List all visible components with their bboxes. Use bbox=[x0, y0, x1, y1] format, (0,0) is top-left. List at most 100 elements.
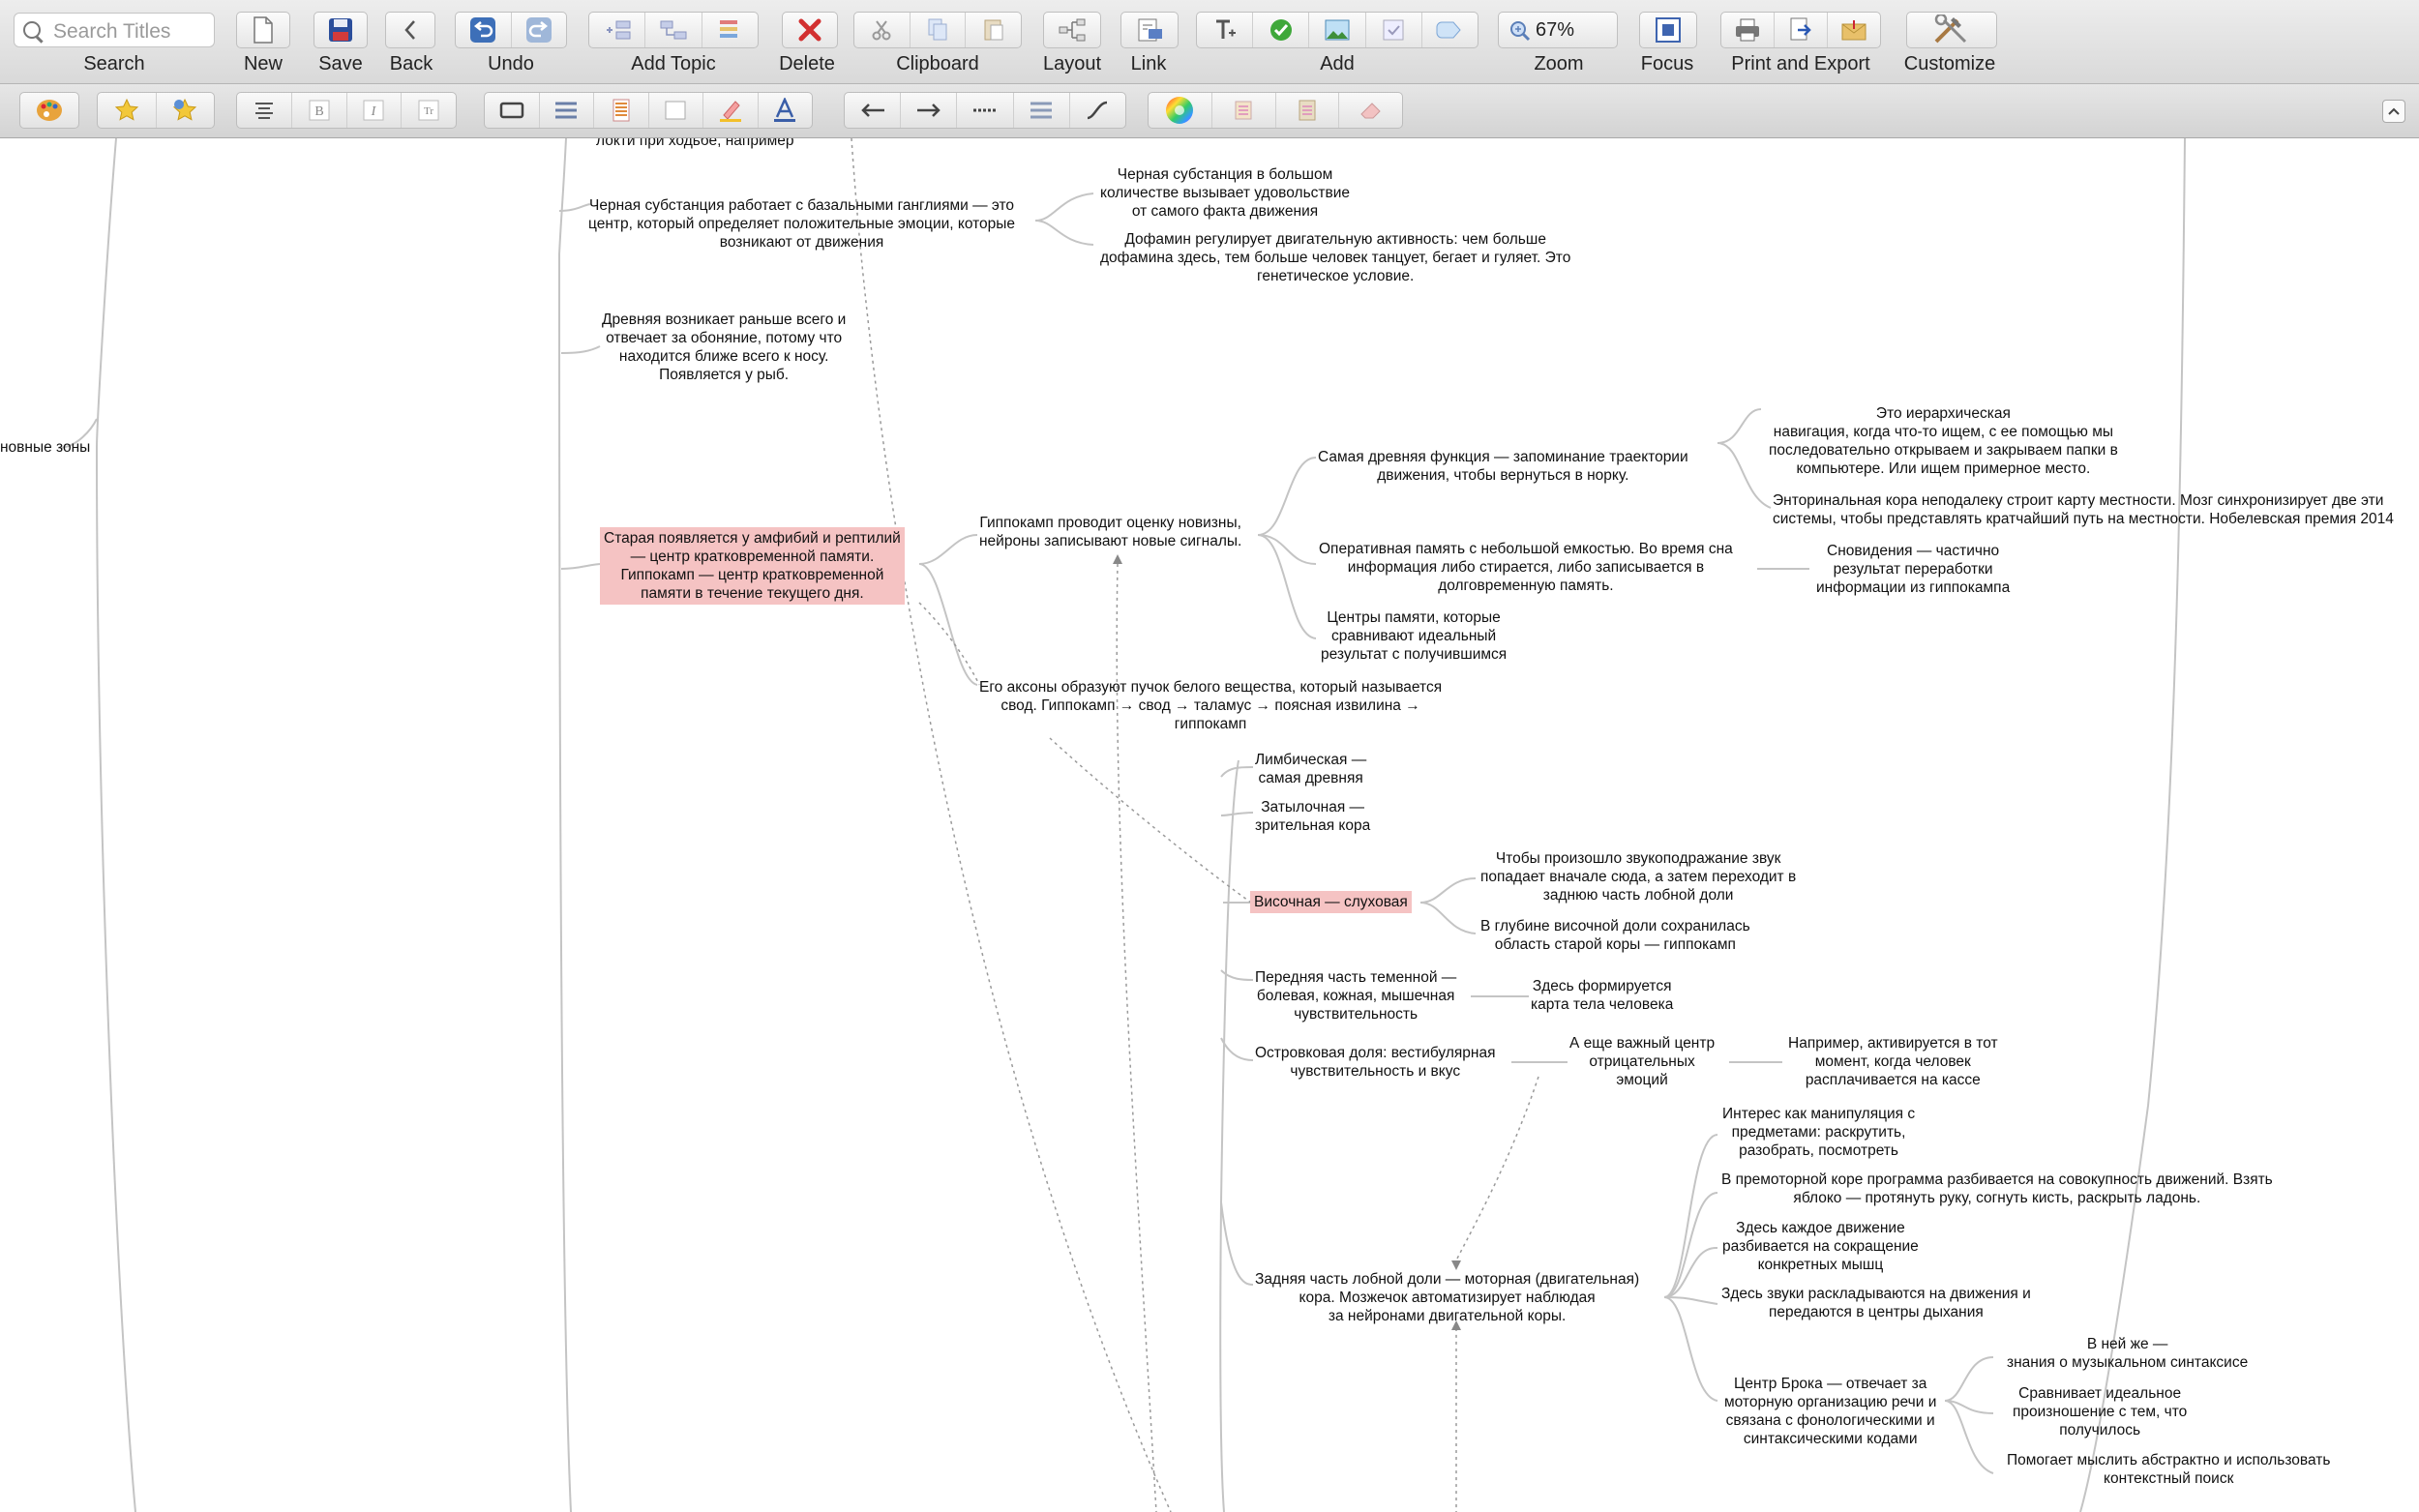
line-weight-button[interactable] bbox=[1014, 93, 1070, 128]
node-old-cortex[interactable]: Старая появляется у амфибий и рептилий —… bbox=[600, 527, 905, 605]
node-sound-imitation[interactable]: Чтобы произошло звукоподражание звук поп… bbox=[1480, 849, 1796, 904]
dash-style-button[interactable] bbox=[957, 93, 1014, 128]
node-main-zones[interactable]: новные зоны bbox=[0, 438, 90, 457]
focus-button[interactable] bbox=[1639, 12, 1697, 48]
add-topic-button[interactable] bbox=[589, 13, 646, 47]
redo-icon bbox=[525, 17, 552, 43]
node-black-substance-big[interactable]: Черная субстанция в большом количестве в… bbox=[1100, 165, 1350, 221]
italic-button[interactable]: I bbox=[347, 93, 403, 128]
node-motor-cortex[interactable]: Задняя часть лобной доли — моторная (дви… bbox=[1255, 1270, 1639, 1325]
node-dreams[interactable]: Сновидения — частично результат перерабо… bbox=[1816, 542, 2010, 597]
node-ancient-cortex[interactable]: Древняя возникает раньше всего и отвечае… bbox=[602, 311, 846, 384]
node-parietal[interactable]: Передняя часть теменной — болевая, кожна… bbox=[1255, 968, 1456, 1023]
node-premotor[interactable]: В премоторной коре программа разбивается… bbox=[1721, 1171, 2273, 1207]
add-checkbox-button[interactable] bbox=[1366, 13, 1422, 47]
node-hierarchical-navigation[interactable]: Это иерархическая навигация, когда что-т… bbox=[1769, 404, 2118, 478]
favorite-style-button[interactable] bbox=[98, 93, 157, 128]
node-black-substance[interactable]: Черная субстанция работает с базальными … bbox=[588, 196, 1015, 252]
copy-style-button[interactable] bbox=[1212, 93, 1276, 128]
paste-style-button[interactable] bbox=[1276, 93, 1340, 128]
print-button[interactable] bbox=[1721, 13, 1775, 47]
fill-pattern-button[interactable] bbox=[594, 93, 649, 128]
collapse-toolbar-button[interactable] bbox=[2382, 100, 2405, 123]
node-compare-pronunciation[interactable]: Сравнивает идеальное произношение с тем,… bbox=[2013, 1384, 2187, 1439]
node-memory-centers[interactable]: Центры памяти, которые сравнивают идеаль… bbox=[1321, 608, 1507, 664]
arrow-left-button[interactable] bbox=[845, 93, 902, 128]
focus-icon bbox=[1656, 17, 1681, 43]
node-top-cut[interactable]: локти при ходьбе, например bbox=[596, 138, 794, 150]
add-text-button[interactable] bbox=[1197, 13, 1254, 47]
copy-button[interactable] bbox=[911, 13, 967, 47]
node-oldest-function[interactable]: Самая древняя функция — запоминание трае… bbox=[1318, 448, 1688, 485]
text-size-button[interactable]: Tr bbox=[402, 93, 456, 128]
node-broca[interactable]: Центр Брока — отвечает за моторную орган… bbox=[1724, 1375, 1936, 1448]
node-abstract-thinking[interactable]: Помогает мыслить абстрактно и использова… bbox=[2007, 1451, 2330, 1488]
font-color-button[interactable] bbox=[759, 93, 813, 128]
zoom-control[interactable]: 67% bbox=[1498, 12, 1618, 48]
chevron-up-icon bbox=[2388, 107, 2400, 115]
add-callout-button[interactable] bbox=[702, 13, 758, 47]
export-button[interactable] bbox=[1775, 13, 1828, 47]
checkmark-icon bbox=[1269, 19, 1292, 41]
back-button[interactable] bbox=[385, 12, 435, 48]
new-button[interactable] bbox=[236, 12, 290, 48]
node-deep-temporal[interactable]: В глубине височной доли сохранилась обла… bbox=[1480, 917, 1750, 954]
arrow-right-button[interactable] bbox=[901, 93, 958, 128]
cut-button[interactable] bbox=[854, 13, 911, 47]
mind-map-canvas[interactable]: локти при ходьбе, например Черная субста… bbox=[0, 138, 2419, 1512]
shape-button[interactable] bbox=[485, 93, 540, 128]
line-format-group bbox=[844, 92, 1126, 129]
add-boundary-button[interactable] bbox=[1422, 13, 1478, 47]
theme-button[interactable] bbox=[20, 93, 78, 128]
save-button[interactable] bbox=[314, 12, 368, 48]
border-button[interactable] bbox=[649, 93, 703, 128]
redo-button[interactable] bbox=[512, 13, 567, 47]
bold-button[interactable]: B bbox=[292, 93, 347, 128]
clipboard-group bbox=[853, 12, 1022, 48]
node-interest-manipulation[interactable]: Интерес как манипуляция с предметами: ра… bbox=[1722, 1105, 1915, 1160]
node-body-map[interactable]: Здесь формируется карта тела человека bbox=[1531, 977, 1673, 1014]
color-tools-group bbox=[1148, 92, 1403, 129]
highlight-color-button[interactable] bbox=[703, 93, 759, 128]
paste-button[interactable] bbox=[966, 13, 1021, 47]
node-music-syntax[interactable]: В ней же — знания о музыкальном синтакси… bbox=[2007, 1335, 2248, 1372]
node-temporal[interactable]: Височная — слуховая bbox=[1250, 891, 1412, 913]
layout-button[interactable] bbox=[1043, 12, 1101, 48]
add-image-button[interactable] bbox=[1309, 13, 1366, 47]
delete-button[interactable] bbox=[782, 12, 838, 48]
node-working-memory[interactable]: Оперативная память с небольшой емкостью.… bbox=[1319, 540, 1733, 595]
node-insular[interactable]: Островковая доля: вестибулярная чувствит… bbox=[1255, 1044, 1495, 1081]
node-axons-fornix[interactable]: Его аксоны образуют пучок белого веществ… bbox=[979, 678, 1442, 733]
node-hippocampus-novelty[interactable]: Гиппокамп проводит оценку новизны, нейро… bbox=[979, 514, 1241, 550]
add-subtopic-button[interactable] bbox=[645, 13, 702, 47]
add-topic-group bbox=[588, 12, 759, 48]
line-style-button[interactable] bbox=[540, 93, 594, 128]
node-each-movement[interactable]: Здесь каждое движение разбивается на сок… bbox=[1722, 1219, 1919, 1274]
link-icon bbox=[1138, 18, 1162, 42]
add-task-button[interactable] bbox=[1253, 13, 1310, 47]
search-field[interactable]: Search Titles bbox=[14, 13, 215, 47]
node-negative-emotions[interactable]: А еще важный центр отрицательных эмоций bbox=[1569, 1034, 1715, 1089]
line-curve-button[interactable] bbox=[1070, 93, 1125, 128]
save-icon bbox=[329, 18, 352, 42]
add-subtopic-icon bbox=[660, 20, 687, 40]
printer-icon bbox=[1736, 18, 1759, 42]
node-entorhinal[interactable]: Энторинальная кора неподалеку строит кар… bbox=[1773, 491, 2394, 528]
link-button[interactable] bbox=[1120, 12, 1179, 48]
add-topic-icon bbox=[606, 20, 631, 40]
undo-button[interactable] bbox=[456, 13, 512, 47]
node-occipital[interactable]: Затылочная — зрительная кора bbox=[1255, 798, 1370, 835]
align-center-button[interactable] bbox=[237, 93, 292, 128]
customize-button[interactable] bbox=[1906, 12, 1997, 48]
add-favorite-button[interactable] bbox=[157, 93, 215, 128]
color-wheel-button[interactable] bbox=[1149, 93, 1212, 128]
node-dopamine[interactable]: Дофамин регулирует двигательную активнос… bbox=[1100, 230, 1570, 285]
export-icon bbox=[1790, 17, 1811, 41]
search-icon bbox=[23, 21, 41, 39]
node-sounds-to-movements[interactable]: Здесь звуки раскладываются на движения и… bbox=[1721, 1285, 2031, 1321]
share-button[interactable] bbox=[1828, 13, 1880, 47]
clear-style-button[interactable] bbox=[1339, 93, 1402, 128]
node-limbic[interactable]: Лимбическая — самая древняя bbox=[1255, 751, 1366, 787]
print-export-group bbox=[1720, 12, 1881, 48]
node-checkout[interactable]: Например, активируется в тот момент, ког… bbox=[1788, 1034, 1998, 1089]
